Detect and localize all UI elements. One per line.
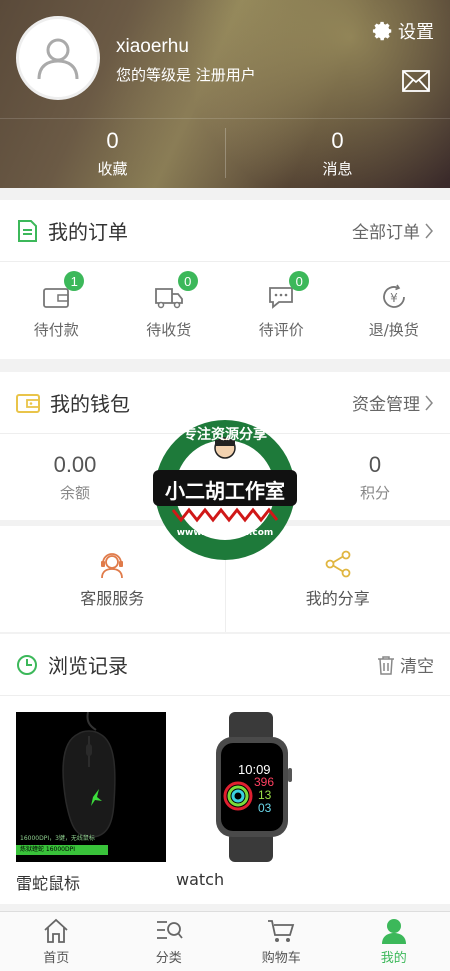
tab-category[interactable]: 分类 (113, 912, 226, 971)
tab-cart[interactable]: 购物车 (225, 912, 338, 971)
order-pending-receipt[interactable]: 0 待收货 (113, 262, 226, 359)
mouse-product-image[interactable]: 16000DPI，3键，无线鼠标 炼狱蝰蛇 16000DPI (16, 712, 166, 862)
settings-button[interactable]: 设置 (372, 18, 434, 44)
history-title: 浏览记录 (48, 654, 128, 678)
points-label: 积分 (359, 483, 390, 502)
home-icon (44, 918, 68, 943)
bottom-tab-bar: 首页 分类 购物车 我的 (0, 911, 450, 971)
my-share-label: 我的分享 (305, 589, 370, 608)
watch-illustration (216, 712, 292, 862)
pending-receipt-badge: 0 (177, 271, 198, 291)
points-value: 0 (368, 451, 382, 477)
orders-title: 我的订单 (48, 220, 128, 244)
watermark-top-text: 专注资源分享 (183, 427, 267, 443)
gear-icon (372, 21, 392, 41)
refund-exchange-label: 退/换货 (368, 321, 419, 339)
pending-review-badge: 0 (289, 271, 310, 291)
order-list-icon (18, 219, 37, 242)
avatar[interactable] (16, 16, 100, 100)
balance-value: 0.00 (53, 451, 97, 477)
product-name: 雷蛇鼠标 (16, 874, 81, 893)
balance-label: 余额 (59, 483, 90, 502)
favorites-label: 收藏 (97, 160, 128, 178)
history-list: 16000DPI，3键，无线鼠标 炼狱蝰蛇 16000DPI 雷蛇鼠标 10:0… (0, 696, 450, 894)
watermark-main-text: 小二胡工作室 (165, 479, 285, 503)
favorites-stat[interactable]: 0 收藏 (0, 128, 225, 179)
history-item-mouse[interactable]: 16000DPI，3键，无线鼠标 炼狱蝰蛇 16000DPI 雷蛇鼠标 (16, 712, 166, 894)
all-orders-label: 全部订单 (352, 223, 420, 243)
svg-text:¥: ¥ (390, 291, 398, 305)
wallet-icon (43, 288, 70, 308)
yuan-return-icon: ¥ (382, 284, 405, 308)
mail-button[interactable] (402, 70, 430, 96)
username: xiaoerhu (116, 36, 189, 57)
chevron-right-icon (425, 223, 433, 238)
watch-calories: 396 (254, 775, 275, 789)
pending-payment-label: 待付款 (33, 321, 79, 339)
product-name: watch (176, 870, 225, 889)
pending-receipt-label: 待收货 (146, 321, 192, 339)
tab-home-label: 首页 (43, 951, 70, 966)
truck-icon (154, 288, 183, 309)
watermark-url-text: www.xiaoerhu.com (176, 528, 274, 538)
history-item-watch[interactable]: 10:09 396 13 03 watch (176, 712, 326, 894)
watermark-logo: 专注资源分享 小二胡工作室 www.xiaoerhu.com (153, 418, 297, 562)
order-refund-exchange[interactable]: ¥ 退/换货 (338, 262, 450, 359)
pending-payment-badge: 1 (64, 271, 85, 291)
watch-stand: 03 (258, 801, 272, 815)
clear-label: 清空 (400, 657, 434, 677)
fund-management-link[interactable]: 资金管理 (352, 390, 434, 415)
tab-category-label: 分类 (155, 951, 182, 966)
divider (0, 118, 450, 119)
pending-review-label: 待评价 (258, 321, 304, 339)
mouse-spec-text: 16000DPI，3键，无线鼠标 (20, 835, 95, 842)
wallet-title: 我的钱包 (50, 392, 130, 416)
share-icon (325, 550, 351, 578)
balance[interactable]: 0.00 余额 (0, 434, 150, 520)
messages-label: 消息 (322, 160, 353, 178)
user-avatar-icon (37, 38, 79, 80)
comment-icon (269, 287, 294, 309)
fund-management-label: 资金管理 (352, 395, 420, 415)
all-orders-link[interactable]: 全部订单 (352, 218, 434, 243)
watch-exercise: 13 (258, 788, 272, 802)
chevron-right-icon (425, 395, 433, 410)
history-header: 浏览记录 清空 (0, 634, 450, 696)
clear-history-button[interactable]: 清空 (376, 652, 434, 677)
orders-header[interactable]: 我的订单 全部订单 (0, 200, 450, 262)
headset-icon (101, 553, 124, 579)
user-icon (381, 919, 406, 944)
trash-icon (378, 655, 394, 675)
points[interactable]: 0 积分 (300, 434, 450, 520)
mouse-model-text: 炼狱蝰蛇 16000DPI (16, 845, 108, 855)
category-search-icon (156, 921, 183, 939)
order-pending-payment[interactable]: 1 待付款 (0, 262, 113, 359)
customer-service-label: 客服服务 (80, 589, 145, 608)
clock-icon (17, 654, 37, 675)
history-section: 浏览记录 清空 16000DPI，3键，无线鼠标 炼狱蝰蛇 16000DPI 雷… (0, 634, 450, 904)
tab-mine-label: 我的 (380, 951, 407, 966)
tab-mine[interactable]: 我的 (338, 912, 450, 971)
settings-label: 设置 (398, 22, 434, 43)
wallet-icon (16, 393, 40, 413)
cart-icon (268, 920, 295, 942)
orders-section: 我的订单 全部订单 1 待付款 0 待收货 0 待评价 ¥ 退/换货 (0, 200, 450, 359)
user-level: 您的等级是 注册用户 (116, 66, 256, 84)
messages-stat[interactable]: 0 消息 (225, 128, 450, 179)
profile-header: xiaoerhu 您的等级是 注册用户 设置 0 收藏 0 消息 (0, 0, 450, 188)
watch-product-image[interactable]: 10:09 396 13 03 (176, 712, 326, 862)
tab-home[interactable]: 首页 (0, 912, 113, 971)
order-status-row: 1 待付款 0 待收货 0 待评价 ¥ 退/换货 (0, 262, 450, 359)
order-pending-review[interactable]: 0 待评价 (225, 262, 338, 359)
envelope-icon (402, 70, 430, 92)
favorites-count: 0 (106, 128, 119, 153)
tab-cart-label: 购物车 (261, 951, 301, 966)
messages-count: 0 (331, 128, 344, 153)
